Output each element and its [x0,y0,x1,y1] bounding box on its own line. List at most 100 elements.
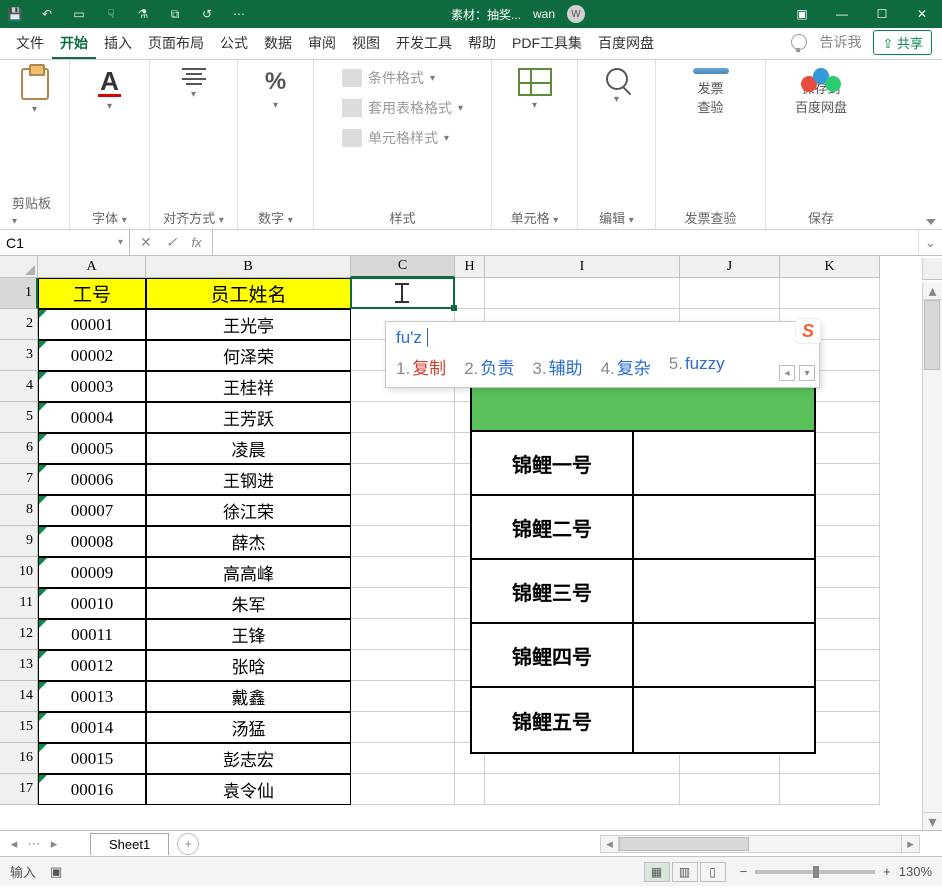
font-button[interactable]: A▾ [92,68,128,116]
zoom-level[interactable]: 130% [899,864,932,879]
col-header-I[interactable]: I [485,256,680,278]
cell-style-button[interactable]: 单元格样式 ▾ [342,128,449,148]
cell[interactable]: 00008 [38,526,146,557]
cell[interactable] [351,588,455,619]
sheet-nav-next-icon[interactable]: ▸ [46,836,62,852]
cell[interactable]: 高高峰 [146,557,351,588]
macro-record-icon[interactable]: ▣ [50,864,62,880]
row-header[interactable]: 6 [0,433,38,464]
cell[interactable] [455,278,485,309]
align-button[interactable]: ▾ [176,68,212,116]
cell[interactable]: 00010 [38,588,146,619]
cell[interactable] [680,278,780,309]
cell[interactable]: 彭志宏 [146,743,351,774]
formula-input[interactable] [213,230,918,255]
ime-prev-icon[interactable]: ◂ [779,365,795,381]
row-header[interactable]: 17 [0,774,38,805]
tab-layout[interactable]: 页面布局 [140,29,212,59]
cell[interactable]: 00005 [38,433,146,464]
conditional-format-button[interactable]: 条件格式 ▾ [342,68,435,88]
cell[interactable] [351,402,455,433]
col-header-B[interactable]: B [146,256,351,278]
cell[interactable]: 00014 [38,712,146,743]
col-header-A[interactable]: A [38,256,146,278]
tell-me-label[interactable]: 告诉我 [819,32,861,52]
cell[interactable]: 员工姓名 [146,278,351,309]
expand-formula-icon[interactable]: ⌄ [918,230,942,255]
row-header[interactable]: 12 [0,619,38,650]
cell[interactable] [455,774,485,805]
cell[interactable] [351,712,455,743]
tell-me-icon[interactable] [791,34,807,50]
tab-baidu[interactable]: 百度网盘 [590,29,662,59]
cell[interactable]: 00001 [38,309,146,340]
cell[interactable] [351,278,455,309]
row-header[interactable]: 9 [0,526,38,557]
cell[interactable]: 00016 [38,774,146,805]
user-avatar[interactable]: W [567,5,585,23]
hscroll-thumb[interactable] [619,837,749,851]
tab-help[interactable]: 帮助 [460,29,504,59]
tab-data[interactable]: 数据 [256,29,300,59]
row-header[interactable]: 7 [0,464,38,495]
invoice-button[interactable]: 发票 查验 [693,68,729,116]
cell[interactable]: 00006 [38,464,146,495]
cell[interactable]: 王芳跃 [146,402,351,433]
scroll-left-icon[interactable]: ◂ [601,836,619,852]
col-header-J[interactable]: J [680,256,780,278]
cell[interactable]: 00015 [38,743,146,774]
tab-formula[interactable]: 公式 [212,29,256,59]
cell[interactable]: 何泽荣 [146,340,351,371]
cell[interactable] [351,464,455,495]
cancel-icon[interactable]: ✕ [140,234,152,251]
col-header-K[interactable]: K [780,256,880,278]
row-header[interactable]: 16 [0,743,38,774]
tab-pdf[interactable]: PDF工具集 [504,29,590,59]
row-header[interactable]: 14 [0,681,38,712]
tab-file[interactable]: 文件 [8,29,52,59]
col-header-C[interactable]: C [351,256,455,278]
cell[interactable]: 汤猛 [146,712,351,743]
number-button[interactable]: %▾ [258,68,294,116]
scroll-down-icon[interactable]: ▾ [923,812,942,830]
cell[interactable]: 00003 [38,371,146,402]
confirm-icon[interactable]: ✓ [166,234,178,251]
cell[interactable] [485,774,680,805]
cell[interactable]: 袁令仙 [146,774,351,805]
cell[interactable] [351,495,455,526]
sheet-tab-active[interactable]: Sheet1 [90,833,169,855]
maximize-icon[interactable]: ☐ [868,2,896,26]
cell[interactable] [351,774,455,805]
cell[interactable]: 工号 [38,278,146,309]
row-header[interactable]: 8 [0,495,38,526]
horizontal-scrollbar[interactable]: ◂ ▸ [600,835,920,853]
row-header[interactable]: 13 [0,650,38,681]
sheet-nav-first-icon[interactable]: ◂ [6,836,22,852]
cell[interactable]: 王锋 [146,619,351,650]
cell[interactable] [351,619,455,650]
ime-next-icon[interactable]: ▾ [799,365,815,381]
cell[interactable]: 00011 [38,619,146,650]
cell[interactable]: 王桂祥 [146,371,351,402]
cell[interactable] [780,774,880,805]
add-sheet-icon[interactable]: + [177,833,199,855]
zoom-slider[interactable] [755,870,875,874]
cell[interactable]: 00012 [38,650,146,681]
cell[interactable]: 00004 [38,402,146,433]
tab-view[interactable]: 视图 [344,29,388,59]
share-button[interactable]: ⇪ 共享 [873,30,932,55]
close-icon[interactable]: ✕ [908,2,936,26]
row-header[interactable]: 5 [0,402,38,433]
cell[interactable]: 00007 [38,495,146,526]
vscroll-thumb[interactable] [924,300,940,370]
ime-candidate[interactable]: 2.负责 [464,354,514,379]
save-icon[interactable]: 💾 [6,5,24,23]
cells-button[interactable]: ▾ [517,68,553,116]
cell[interactable] [351,650,455,681]
view-break-icon[interactable]: ▯ [700,862,726,882]
cell[interactable]: 00009 [38,557,146,588]
redo-icon[interactable]: ↺ [198,5,216,23]
tool-icon[interactable]: ⚗ [134,5,152,23]
tab-home[interactable]: 开始 [52,29,96,59]
cell[interactable]: 徐江荣 [146,495,351,526]
